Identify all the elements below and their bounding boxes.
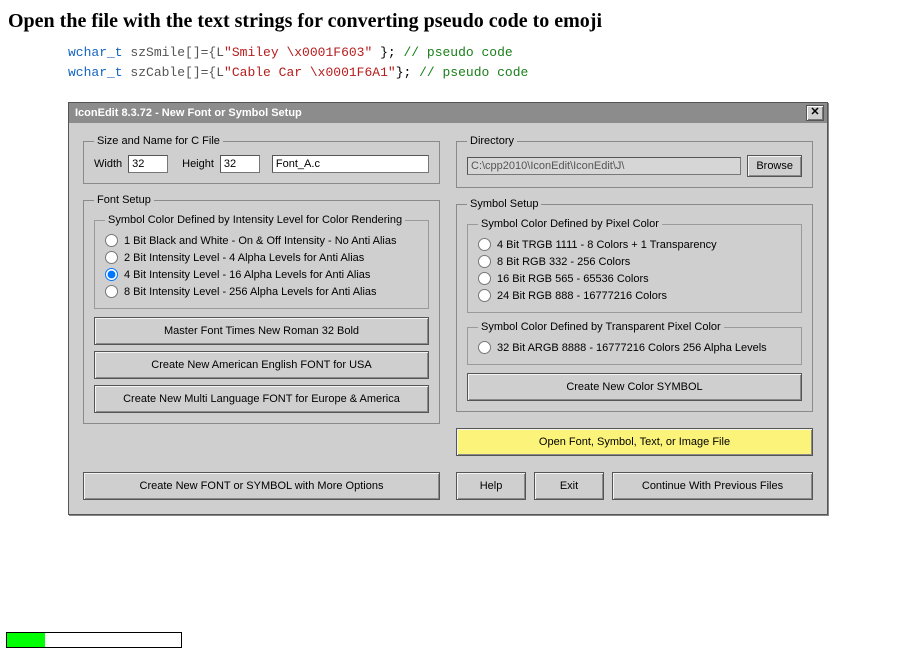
font-symbol-setup-dialog: IconEdit 8.3.72 - New Font or Symbol Set… [68,102,828,515]
pixel-color-group: Symbol Color Defined by Pixel Color 4 Bi… [467,218,802,313]
filename-input[interactable] [272,155,429,173]
continue-button[interactable]: Continue With Previous Files [612,472,813,500]
symbol-setup-group: Symbol Setup Symbol Color Defined by Pix… [456,198,813,412]
progress-fill [7,633,45,647]
pixel-option-4bit[interactable]: 4 Bit TRGB 1111 - 8 Colors + 1 Transpare… [478,236,791,253]
width-label: Width [94,158,122,170]
width-input[interactable] [128,155,168,173]
titlebar: IconEdit 8.3.72 - New Font or Symbol Set… [69,103,827,123]
dialog-title: IconEdit 8.3.72 - New Font or Symbol Set… [75,107,302,119]
browse-button[interactable]: Browse [747,155,802,177]
more-options-button[interactable]: Create New FONT or SYMBOL with More Opti… [83,472,440,500]
create-eu-font-button[interactable]: Create New Multi Language FONT for Europ… [94,385,429,413]
pixel-option-16bit[interactable]: 16 Bit RGB 565 - 65536 Colors [478,270,791,287]
page-title: Open the file with the text strings for … [8,10,898,33]
progress-bar [6,632,182,648]
master-font-button[interactable]: Master Font Times New Roman 32 Bold [94,317,429,345]
intensity-option-4bit[interactable]: 4 Bit Intensity Level - 16 Alpha Levels … [105,266,418,283]
size-name-group: Size and Name for C File Width Height [83,135,440,184]
intensity-level-group: Symbol Color Defined by Intensity Level … [94,214,429,309]
pixel-option-8bit[interactable]: 8 Bit RGB 332 - 256 Colors [478,253,791,270]
code-sample: wchar_t szSmile[]={L"Smiley \x0001F603" … [68,43,898,82]
directory-path-input [467,157,741,175]
pixel-option-24bit[interactable]: 24 Bit RGB 888 - 16777216 Colors [478,287,791,304]
height-label: Height [182,158,214,170]
height-input[interactable] [220,155,260,173]
font-setup-group: Font Setup Symbol Color Defined by Inten… [83,194,440,424]
intensity-option-1bit[interactable]: 1 Bit Black and White - On & Off Intensi… [105,232,418,249]
help-button[interactable]: Help [456,472,526,500]
create-color-symbol-button[interactable]: Create New Color SYMBOL [467,373,802,401]
open-file-button[interactable]: Open Font, Symbol, Text, or Image File [456,428,813,456]
directory-group: Directory Browse [456,135,813,188]
close-icon[interactable]: ✕ [806,105,824,121]
transparent-color-group: Symbol Color Defined by Transparent Pixe… [467,321,802,365]
exit-button[interactable]: Exit [534,472,604,500]
intensity-option-2bit[interactable]: 2 Bit Intensity Level - 4 Alpha Levels f… [105,249,418,266]
create-us-font-button[interactable]: Create New American English FONT for USA [94,351,429,379]
pixel-option-32bit[interactable]: 32 Bit ARGB 8888 - 16777216 Colors 256 A… [478,339,791,356]
intensity-option-8bit[interactable]: 8 Bit Intensity Level - 256 Alpha Levels… [105,283,418,300]
